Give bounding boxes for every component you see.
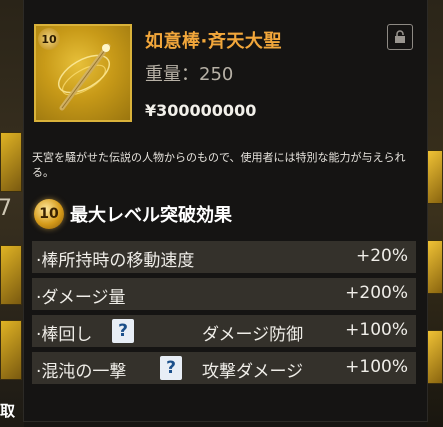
item-icon-frame: 10 (34, 24, 132, 122)
help-button[interactable]: ? (112, 319, 134, 343)
help-button[interactable]: ? (160, 356, 182, 380)
effect-row: ·混沌の一撃 ? 攻撃ダメージ +100% (32, 352, 416, 384)
effect-row: ·ダメージ量 +200% (32, 278, 416, 310)
item-tooltip: 10 如意棒·斉天大聖 重量：250 ¥300000000 天宮を騒がせた伝説の… (24, 0, 427, 421)
background-slot (427, 330, 443, 384)
lock-icon (395, 30, 405, 43)
effect-row: ·棒回し ? ダメージ防御 +100% (32, 315, 416, 347)
effect-row: ·棒所持時の移動速度 +20% (32, 241, 416, 273)
background-number: 7 (0, 196, 12, 221)
background-slot (0, 132, 22, 192)
background-slot (427, 150, 443, 204)
effect-sub-label: ダメージ防御 (202, 325, 304, 345)
limit-break-effects: ·棒所持時の移動速度 +20% ·ダメージ量 +200% ·棒回し ? ダメージ… (32, 241, 416, 389)
effect-value: +100% (345, 320, 408, 340)
effect-label: ·棒回し (36, 325, 93, 345)
golden-staff-icon (58, 43, 111, 111)
effect-label: ·混沌の一撃 (36, 362, 127, 382)
item-description: 天宮を騒がせた伝説の人物からのもので、使用者には特別な能力が与えられる。 (32, 151, 406, 179)
background-text: 取 (0, 402, 16, 420)
background-left-strip: 7 取 (0, 0, 24, 427)
limit-break-title: 最大レベル突破効果 (70, 205, 232, 226)
effect-value: +100% (345, 357, 408, 377)
limit-break-badge: 10 (34, 199, 64, 229)
item-name: 如意棒·斉天大聖 (145, 31, 282, 52)
background-right-strip (427, 0, 443, 427)
background-slot (427, 240, 443, 294)
item-price: ¥300000000 (145, 101, 257, 120)
effect-sub-label: 攻撃ダメージ (202, 362, 304, 382)
effect-label: ·ダメージ量 (36, 288, 126, 308)
item-weight: 重量：250 (145, 64, 234, 85)
lock-button[interactable] (387, 24, 413, 50)
effect-label: ·棒所持時の移動速度 (36, 251, 195, 271)
background-slot (0, 245, 22, 305)
effect-value: +20% (355, 246, 408, 266)
limit-break-header: 10 最大レベル突破効果 (34, 199, 232, 229)
effect-value: +200% (345, 283, 408, 303)
background-slot (0, 320, 22, 380)
